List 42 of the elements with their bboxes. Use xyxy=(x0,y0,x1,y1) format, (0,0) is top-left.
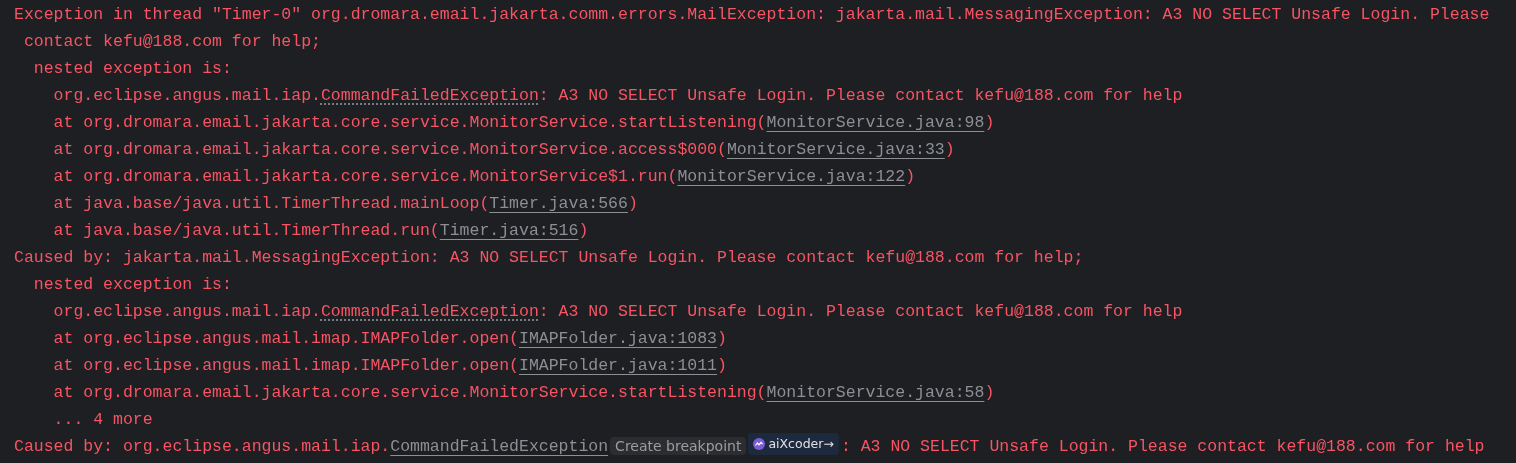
console-text: org.eclipse.angus.mail.iap. xyxy=(52,86,321,105)
console-text: ... 4 more xyxy=(52,410,153,429)
console-text: at org.eclipse.angus.mail.imap.IMAPFolder.open( xyxy=(52,356,519,375)
console-text: at org.dromara.email.jakarta.core.service.MonitorService$1.run( xyxy=(52,167,678,186)
source-link[interactable]: MonitorService.java:58 xyxy=(766,383,985,402)
console-text: ) xyxy=(717,356,727,375)
source-link[interactable]: IMAPFolder.java:1011 xyxy=(519,356,718,375)
aixcoder-button[interactable]: aiXcoder→ xyxy=(748,433,839,455)
console-text: ) xyxy=(578,221,589,240)
console-text: ) xyxy=(984,113,995,132)
console-text: at org.dromara.email.jakarta.core.service.MonitorService.startListening( xyxy=(52,113,767,132)
console-text: : A3 NO SELECT Unsafe Login. Please contact kefu@188.com for help xyxy=(840,437,1485,456)
console-text: at java.base/java.util.TimerThread.run( xyxy=(52,221,440,240)
console-text: ) xyxy=(984,383,995,402)
console-text: nested exception is: xyxy=(32,59,232,78)
console-text: : A3 NO SELECT Unsafe Login. Please contact kefu@188.com for help xyxy=(538,86,1183,105)
source-link[interactable]: MonitorService.java:122 xyxy=(677,167,906,186)
console-text: at java.base/java.util.TimerThread.mainLoop( xyxy=(52,194,490,213)
console-text: Caused by: org.eclipse.angus.mail.iap. xyxy=(14,437,391,456)
source-link[interactable]: Timer.java:566 xyxy=(489,194,628,213)
source-link[interactable]: MonitorService.java:98 xyxy=(766,113,985,132)
console-text: : A3 NO SELECT Unsafe Login. Please contact kefu@188.com for help xyxy=(538,302,1183,321)
console-text: at org.eclipse.angus.mail.imap.IMAPFolder.open( xyxy=(52,329,519,348)
exception-class-link[interactable]: CommandFailedException xyxy=(320,86,539,105)
console-text: Caused by: jakarta.mail.MessagingException: A3 NO SELECT Unsafe Login. Please contact kefu@188.com for help; xyxy=(14,248,1084,267)
source-link[interactable]: CommandFailedException xyxy=(390,437,609,456)
source-link[interactable]: IMAPFolder.java:1083 xyxy=(519,329,718,348)
console-text: ) xyxy=(717,329,727,348)
exception-class-link[interactable]: CommandFailedException xyxy=(320,302,539,321)
source-link[interactable]: MonitorService.java:33 xyxy=(726,140,945,159)
create-breakpoint-hint[interactable]: Create breakpoint xyxy=(610,437,747,455)
console-text: org.eclipse.angus.mail.iap. xyxy=(52,302,321,321)
console-text: ) xyxy=(905,167,916,186)
console-text: ) xyxy=(944,140,955,159)
console-text: at org.dromara.email.jakarta.core.service.MonitorService.startListening( xyxy=(52,383,767,402)
console-text: Exception in thread "Timer-0" org.dromara.email.jakarta.comm.errors.MailException: jakarta.mail.MessagingException: A3 NO SELECT Unsafe Login. Please xyxy=(14,5,1490,24)
wave-logo-icon xyxy=(753,438,766,450)
console-text: ) xyxy=(627,194,638,213)
console-text: at org.dromara.email.jakarta.core.service.MonitorService.access$000( xyxy=(52,140,727,159)
source-link[interactable]: Timer.java:516 xyxy=(439,221,579,240)
console-text: nested exception is: xyxy=(32,275,232,294)
console-text: contact kefu@188.com for help; xyxy=(22,32,321,51)
